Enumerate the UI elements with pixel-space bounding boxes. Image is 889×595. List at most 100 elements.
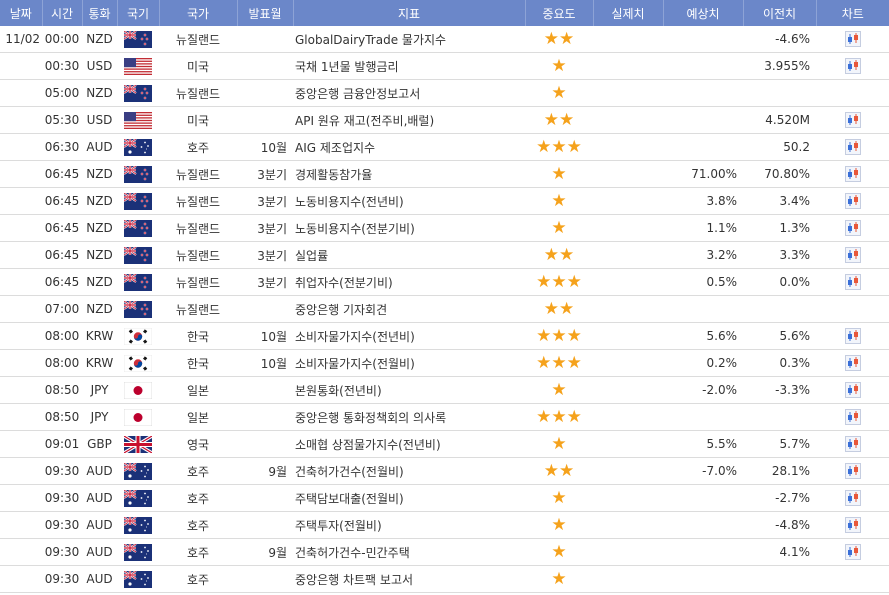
forecast-cell: 3.2% [663, 241, 743, 269]
table-row[interactable]: 08:50 JPY 일본 중앙은행 통화정책회의 의사록 ★★★ [0, 403, 889, 431]
chart-icon[interactable] [844, 220, 861, 236]
forecast-cell: 0.5% [663, 268, 743, 296]
table-row[interactable]: 09:01 GBP 영국 소매협 상점물가지수(전년비) ★ 5.5% 5.7% [0, 430, 889, 458]
actual-cell [593, 106, 663, 134]
importance-cell: ★ [525, 565, 593, 593]
table-row[interactable]: 09:30 AUD 호주 9월 건축허가건수-민간주택 ★ 4.1% [0, 538, 889, 566]
table-row[interactable]: 06:30 AUD 호주 10월 AIG 제조업지수 ★★★ 50.2 [0, 133, 889, 161]
chart-icon[interactable] [844, 436, 861, 452]
actual-cell [593, 403, 663, 431]
chart-cell[interactable] [816, 376, 889, 404]
importance-stars: ★ [551, 514, 567, 535]
flag-cell [117, 349, 159, 377]
date-cell [0, 403, 42, 431]
chart-icon[interactable] [844, 166, 861, 182]
us-flag-icon [124, 57, 152, 75]
date-cell [0, 376, 42, 404]
chart-cell[interactable] [816, 26, 889, 53]
economic-calendar-table: 날짜 시간 통화 국기 국가 발표월 지표 중요도 실제치 예상치 이전치 차트… [0, 0, 889, 593]
table-row[interactable]: 07:00 NZD 뉴질랜드 중앙은행 기자회견 ★★ [0, 295, 889, 323]
chart-cell[interactable] [816, 430, 889, 458]
chart-icon[interactable] [844, 463, 861, 479]
forecast-cell [663, 79, 743, 107]
chart-icon[interactable] [844, 247, 861, 263]
currency-cell: NZD [82, 241, 117, 269]
flag-cell [117, 538, 159, 566]
table-row[interactable]: 06:45 NZD 뉴질랜드 3분기 경제활동참가율 ★ 71.00% 70.80% [0, 160, 889, 188]
chart-icon[interactable] [844, 31, 861, 47]
table-row[interactable]: 06:45 NZD 뉴질랜드 3분기 노동비용지수(전년비) ★ 3.8% 3.4% [0, 187, 889, 215]
indicator-cell: 건축허가건수-민간주택 [293, 538, 525, 566]
au-flag-icon [124, 516, 152, 534]
chart-cell[interactable] [816, 484, 889, 512]
currency-cell: USD [82, 106, 117, 134]
chart-icon[interactable] [844, 274, 861, 290]
table-row[interactable]: 05:00 NZD 뉴질랜드 중앙은행 금융안정보고서 ★ [0, 79, 889, 107]
previous-cell [743, 79, 816, 107]
chart-cell[interactable] [816, 214, 889, 242]
table-row[interactable]: 06:45 NZD 뉴질랜드 3분기 취업자수(전분기비) ★★★ 0.5% 0.0% [0, 268, 889, 296]
jp-flag-icon [124, 408, 152, 426]
indicator-cell: 국채 1년물 발행금리 [293, 52, 525, 80]
chart-icon[interactable] [844, 139, 861, 155]
table-row[interactable]: 08:50 JPY 일본 본원통화(전년비) ★ -2.0% -3.3% [0, 376, 889, 404]
chart-icon[interactable] [844, 355, 861, 371]
chart-icon[interactable] [844, 58, 861, 74]
chart-icon[interactable] [844, 544, 861, 560]
chart-cell[interactable] [816, 457, 889, 485]
chart-cell[interactable] [816, 133, 889, 161]
table-row[interactable]: 00:30 USD 미국 국채 1년물 발행금리 ★ 3.955% [0, 52, 889, 80]
chart-cell[interactable] [816, 538, 889, 566]
chart-cell[interactable] [816, 349, 889, 377]
chart-cell[interactable] [816, 565, 889, 593]
chart-icon[interactable] [844, 409, 861, 425]
importance-stars: ★ [551, 379, 567, 400]
chart-cell[interactable] [816, 160, 889, 188]
table-row[interactable]: 08:00 KRW 한국 10월 소비자물가지수(전년비) ★★★ 5.6% 5.6% [0, 322, 889, 350]
chart-cell[interactable] [816, 511, 889, 539]
chart-icon[interactable] [844, 490, 861, 506]
chart-icon[interactable] [844, 193, 861, 209]
table-row[interactable]: 09:30 AUD 호주 주택담보대출(전월비) ★ -2.7% [0, 484, 889, 512]
date-cell [0, 241, 42, 269]
country-cell: 한국 [159, 349, 237, 377]
importance-cell: ★★ [525, 295, 593, 323]
previous-cell: 4.1% [743, 538, 816, 566]
chart-icon[interactable] [844, 112, 861, 128]
currency-cell: USD [82, 52, 117, 80]
chart-cell[interactable] [816, 79, 889, 107]
header-flag: 국기 [117, 0, 160, 26]
chart-cell[interactable] [816, 268, 889, 296]
chart-cell[interactable] [816, 187, 889, 215]
chart-icon[interactable] [844, 517, 861, 533]
previous-cell: -2.7% [743, 484, 816, 512]
au-flag-icon [124, 462, 152, 480]
table-row[interactable]: 09:30 AUD 호주 주택투자(전월비) ★ -4.8% [0, 511, 889, 539]
chart-cell[interactable] [816, 52, 889, 80]
table-row[interactable]: 05:30 USD 미국 API 원유 재고(전주비,배럴) ★★ 4.520M [0, 106, 889, 134]
country-cell: 호주 [159, 484, 237, 512]
table-row[interactable]: 09:30 AUD 호주 중앙은행 차트팩 보고서 ★ [0, 565, 889, 593]
currency-cell: GBP [82, 430, 117, 458]
chart-cell[interactable] [816, 295, 889, 323]
flag-cell [117, 106, 159, 134]
chart-cell[interactable] [816, 322, 889, 350]
importance-cell: ★ [525, 430, 593, 458]
chart-cell[interactable] [816, 106, 889, 134]
table-row[interactable]: 06:45 NZD 뉴질랜드 3분기 노동비용지수(전분기비) ★ 1.1% 1.3% [0, 214, 889, 242]
date-cell: 11/02 [0, 26, 42, 53]
table-row[interactable]: 06:45 NZD 뉴질랜드 3분기 실업률 ★★ 3.2% 3.3% [0, 241, 889, 269]
flag-cell [117, 511, 159, 539]
chart-cell[interactable] [816, 403, 889, 431]
nz-flag-icon [124, 246, 152, 264]
chart-icon[interactable] [844, 382, 861, 398]
chart-icon[interactable] [844, 328, 861, 344]
chart-cell[interactable] [816, 241, 889, 269]
time-cell: 09:30 [42, 457, 82, 485]
table-row[interactable]: 11/02 00:00 NZD 뉴질랜드 GlobalDairyTrade 물가지수 ★★… [0, 26, 889, 53]
time-cell: 09:30 [42, 538, 82, 566]
table-row[interactable]: 08:00 KRW 한국 10월 소비자물가지수(전월비) ★★★ 0.2% 0.3% [0, 349, 889, 377]
table-row[interactable]: 09:30 AUD 호주 9월 건축허가건수(전월비) ★★ -7.0% 28.1% [0, 457, 889, 485]
forecast-cell [663, 295, 743, 323]
period-cell [237, 511, 293, 539]
